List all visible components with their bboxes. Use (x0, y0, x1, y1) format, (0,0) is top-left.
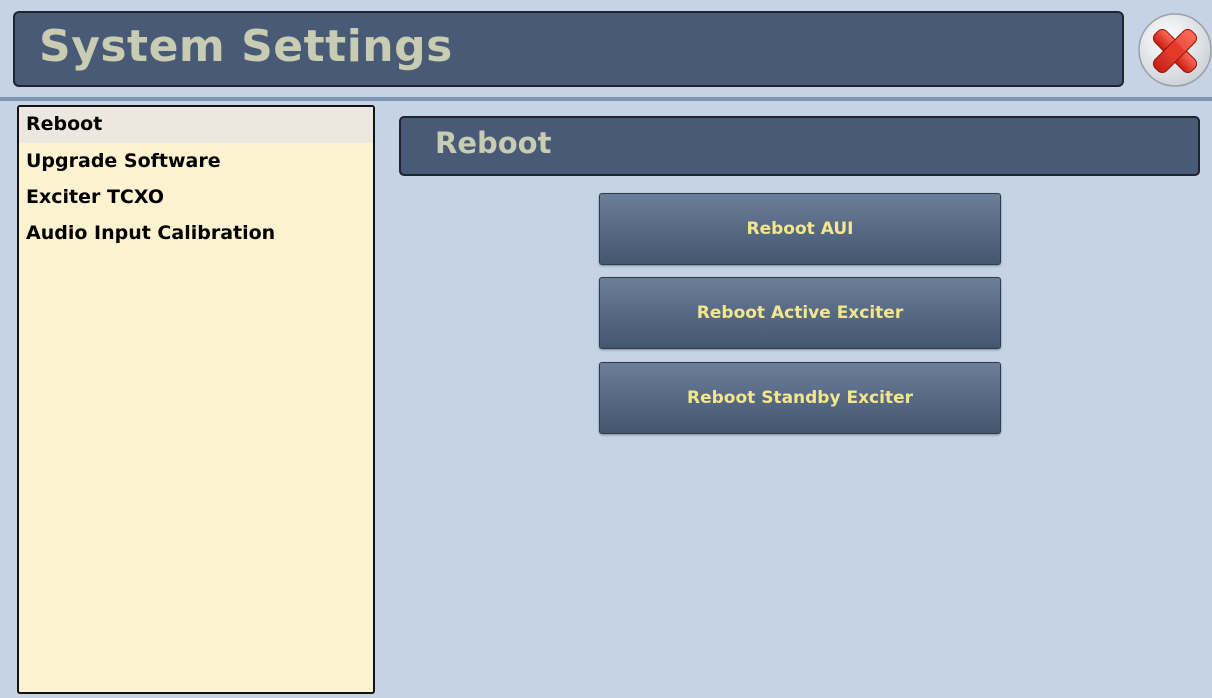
sidebar-item-audio-input-calibration[interactable]: Audio Input Calibration (19, 215, 373, 251)
header-divider (0, 97, 1212, 101)
section-title: Reboot (435, 126, 552, 160)
close-button[interactable] (1137, 12, 1212, 88)
page-title: System Settings (39, 21, 453, 72)
reboot-aui-label: Reboot AUI (746, 219, 854, 239)
sidebar-item-reboot[interactable]: Reboot (19, 107, 373, 143)
reboot-active-exciter-label: Reboot Active Exciter (696, 303, 904, 323)
section-header: Reboot (399, 116, 1200, 176)
reboot-standby-exciter-label: Reboot Standby Exciter (687, 388, 913, 408)
system-settings-screen: System Settings Reboot Upgrade Software … (0, 0, 1212, 698)
sidebar-item-upgrade-software[interactable]: Upgrade Software (19, 143, 373, 179)
settings-sidebar: Reboot Upgrade Software Exciter TCXO Aud… (17, 105, 375, 694)
close-x-icon (1138, 13, 1212, 87)
reboot-standby-exciter-button[interactable]: Reboot Standby Exciter (599, 362, 1001, 434)
title-bar: System Settings (13, 11, 1124, 87)
reboot-active-exciter-button[interactable]: Reboot Active Exciter (599, 277, 1001, 349)
reboot-aui-button[interactable]: Reboot AUI (599, 193, 1001, 265)
sidebar-item-exciter-tcxo[interactable]: Exciter TCXO (19, 179, 373, 215)
